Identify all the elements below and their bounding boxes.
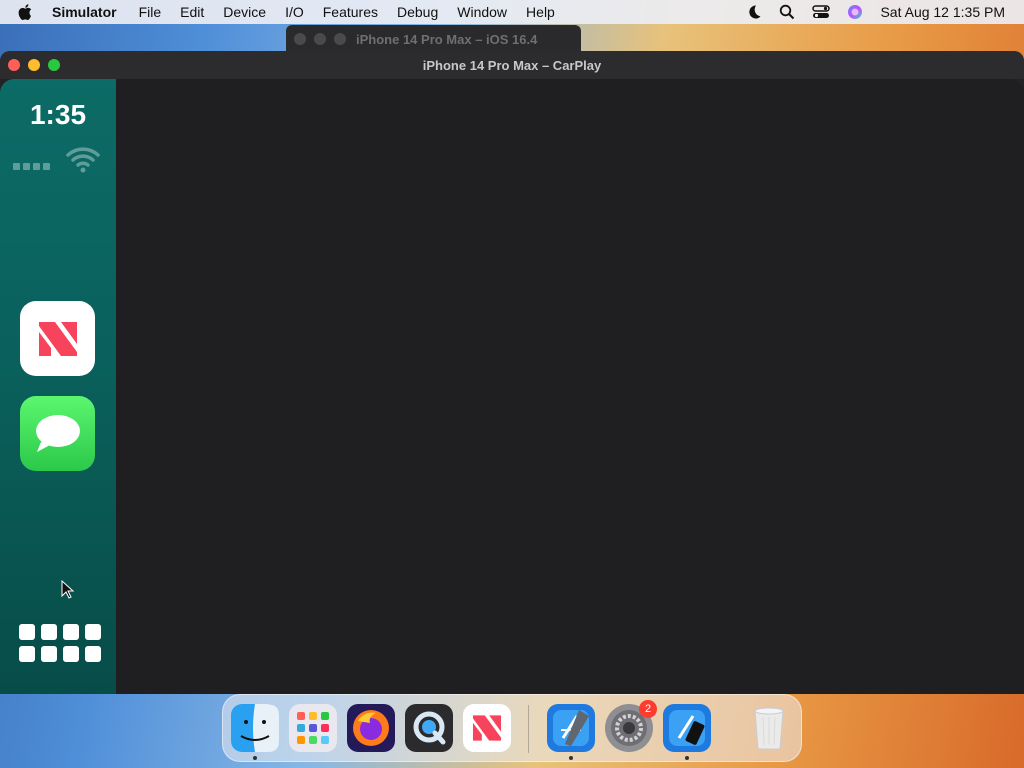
menu-file[interactable]: File (139, 4, 162, 20)
running-indicator (685, 756, 689, 760)
running-indicator (253, 756, 257, 760)
dock: 2 (222, 694, 802, 762)
cellular-signal-icon (13, 163, 50, 170)
carplay-window: iPhone 14 Pro Max – CarPlay 1:35 (0, 51, 1024, 694)
menu-help[interactable]: Help (526, 4, 555, 20)
carplay-dashboard-sidebar: 1:35 (0, 79, 116, 694)
messages-app-icon[interactable] (20, 396, 95, 471)
app-menu[interactable]: Simulator (52, 4, 117, 20)
window-titlebar[interactable]: iPhone 14 Pro Max – CarPlay (0, 51, 1024, 79)
wifi-icon (66, 145, 100, 178)
focus-moon-icon[interactable] (746, 4, 762, 20)
background-window-minimize-button[interactable] (314, 33, 326, 45)
quicktime-icon[interactable] (405, 704, 453, 752)
menu-device[interactable]: Device (223, 4, 266, 20)
dock-separator (528, 705, 529, 753)
status-time: 1:35 (29, 99, 87, 130)
spotlight-search-icon[interactable] (779, 4, 795, 20)
menu-window[interactable]: Window (457, 4, 507, 20)
background-window-close-button[interactable] (294, 33, 306, 45)
news-dock-icon[interactable] (463, 704, 511, 752)
xcode-icon[interactable] (547, 704, 595, 760)
menu-io[interactable]: I/O (285, 4, 304, 20)
apple-menu-icon[interactable] (18, 4, 38, 20)
carplay-screen[interactable]: 1:35 (0, 79, 1024, 694)
control-center-icon[interactable] (812, 4, 831, 20)
finder-icon[interactable] (231, 704, 279, 760)
menu-features[interactable]: Features (323, 4, 378, 20)
status-area: Sat Aug 12 1:35 PM (746, 0, 1024, 24)
window-title: iPhone 14 Pro Max – CarPlay (422, 57, 602, 73)
settings-icon[interactable]: 2 (605, 700, 657, 752)
firefox-icon[interactable] (347, 704, 395, 752)
mouse-cursor-icon (61, 579, 75, 605)
running-indicator (569, 756, 573, 760)
background-simulator-window[interactable]: iPhone 14 Pro Max – iOS 16.4 (286, 25, 581, 53)
background-window-zoom-button[interactable] (334, 33, 346, 45)
trash-icon[interactable] (745, 704, 793, 752)
launchpad-icon[interactable] (289, 704, 337, 752)
siri-icon[interactable] (847, 4, 863, 20)
menu-edit[interactable]: Edit (180, 4, 204, 20)
simulator-icon[interactable] (663, 704, 711, 760)
settings-badge: 2 (639, 700, 657, 718)
news-app-icon[interactable] (20, 301, 95, 376)
menu-bar: Simulator File Edit Device I/O Features … (0, 0, 1024, 24)
menu-debug[interactable]: Debug (397, 4, 438, 20)
app-grid-icon[interactable] (19, 624, 101, 662)
menubar-clock[interactable]: Sat Aug 12 1:35 PM (880, 4, 1005, 20)
background-window-title: iPhone 14 Pro Max – iOS 16.4 (356, 31, 538, 47)
